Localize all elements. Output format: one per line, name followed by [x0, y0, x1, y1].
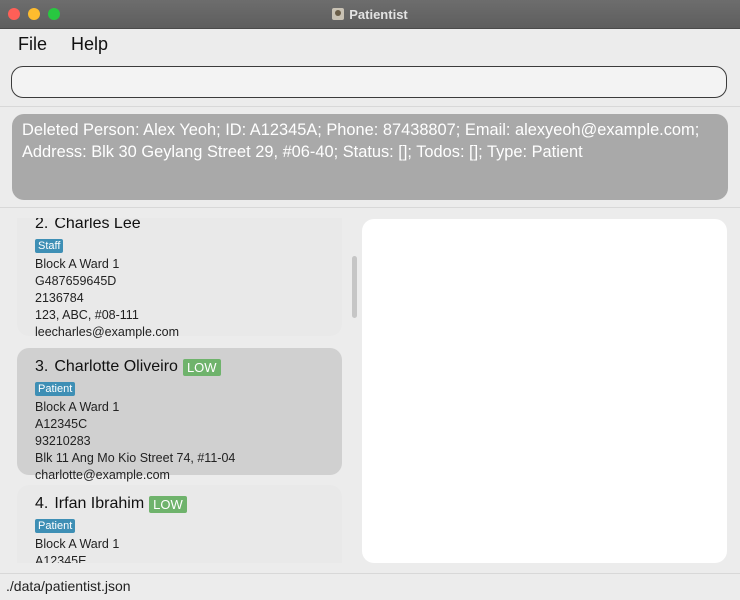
person-name: Charles Lee: [54, 218, 141, 232]
result-display: Deleted Person: Alex Yeoh; ID: A12345A; …: [12, 114, 728, 200]
person-index: 3.: [35, 358, 49, 375]
person-index: 2.: [35, 218, 49, 232]
person-ward: Block A Ward 1: [35, 400, 120, 414]
person-phone: 93210283: [35, 434, 91, 448]
divider: [0, 106, 740, 107]
list-scrollbar[interactable]: [352, 256, 357, 318]
person-id: G487659645D: [35, 274, 117, 288]
person-name: Irfan Ibrahim: [54, 495, 145, 512]
card-header: 2. Charles Lee: [35, 218, 342, 236]
divider: [0, 207, 740, 208]
title-bar: Patientist: [0, 0, 740, 29]
card-header: 3. Charlotte Oliveiro LOW: [35, 348, 342, 379]
menu-help[interactable]: Help: [62, 34, 117, 55]
status-bar-path: ./data/patientist.json: [6, 578, 131, 594]
detail-panel: [362, 219, 727, 563]
title-group: Patientist: [0, 0, 740, 28]
person-list[interactable]: 2. Charles Lee Staff Block A Ward 1 G487…: [11, 218, 359, 563]
person-phone: 2136784: [35, 291, 84, 305]
person-fields: Block A Ward 1 G487659645D 2136784 123, …: [35, 256, 342, 341]
person-ward: Block A Ward 1: [35, 257, 120, 271]
person-card[interactable]: 4. Irfan Ibrahim LOW Patient Block A War…: [17, 485, 342, 563]
app-icon: [332, 8, 345, 20]
window-title: Patientist: [349, 6, 408, 22]
app-window: Patientist File Help Deleted Person: Ale…: [0, 0, 740, 600]
type-tag: Staff: [35, 239, 64, 253]
person-ward: Block A Ward 1: [35, 537, 120, 551]
person-address: 123, ABC, #08-111: [35, 308, 139, 322]
person-index: 4.: [35, 495, 49, 512]
card-header: 4. Irfan Ibrahim LOW: [35, 485, 342, 516]
person-email: charlotte@example.com: [35, 468, 170, 482]
divider: [0, 573, 740, 574]
command-input[interactable]: [11, 66, 727, 98]
priority-badge: LOW: [149, 495, 187, 513]
person-id: A12345C: [35, 417, 88, 431]
menu-file[interactable]: File: [9, 34, 56, 55]
type-tag: Patient: [35, 382, 76, 396]
result-line-2: Address: Blk 30 Geylang Street 29, #06-4…: [22, 143, 583, 161]
person-email: leecharles@example.com: [35, 325, 180, 339]
person-card-selected[interactable]: 3. Charlotte Oliveiro LOW Patient Block …: [17, 348, 342, 482]
person-id: A12345E: [35, 554, 87, 563]
person-address: Blk 11 Ang Mo Kio Street 74, #11-04: [35, 451, 236, 465]
type-tag: Patient: [35, 519, 76, 533]
priority-badge: LOW: [182, 358, 221, 376]
person-fields: Block A Ward 1 A12345C 93210283 Blk 11 A…: [35, 399, 342, 484]
person-fields: Block A Ward 1 A12345E 92492021: [35, 536, 342, 563]
person-card[interactable]: 2. Charles Lee Staff Block A Ward 1 G487…: [17, 218, 342, 339]
person-name: Charlotte Oliveiro: [54, 358, 178, 375]
result-line-1: Deleted Person: Alex Yeoh; ID: A12345A; …: [22, 121, 700, 139]
menu-bar: File Help: [0, 29, 740, 59]
